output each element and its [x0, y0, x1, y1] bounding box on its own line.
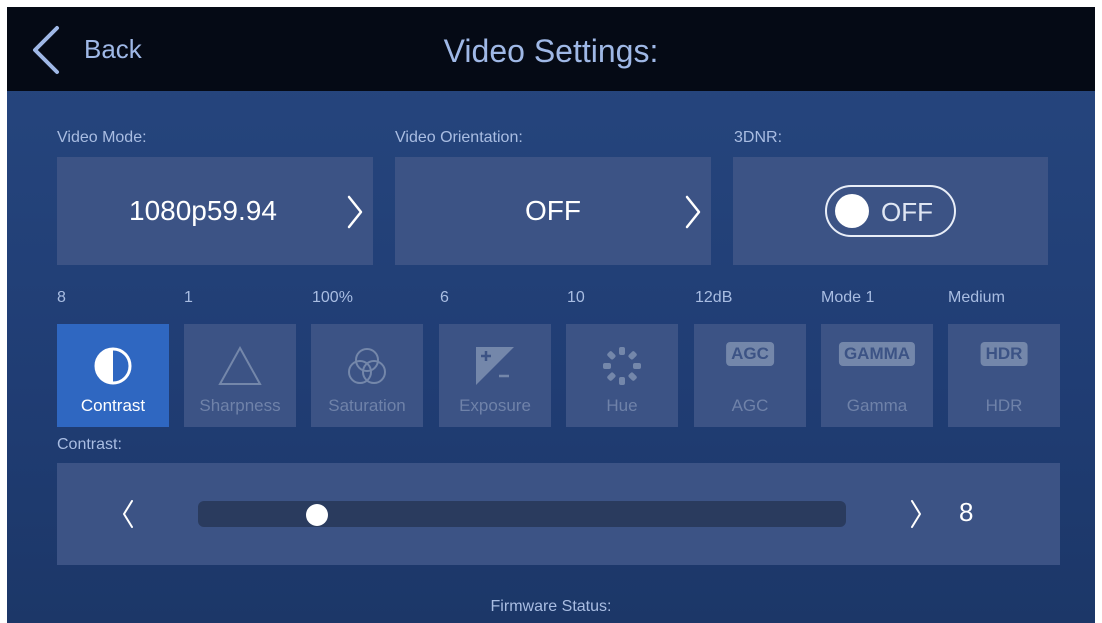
- slider-panel: 8: [57, 463, 1060, 565]
- decrease-chevron-icon[interactable]: [121, 498, 135, 530]
- firmware-status-label: Firmware Status:: [490, 598, 612, 615]
- agc-tile[interactable]: AGC AGC: [694, 324, 806, 427]
- contrast-value: 8: [57, 289, 66, 306]
- chevron-right-icon: [685, 195, 701, 229]
- hdr-tile[interactable]: HDR HDR: [948, 324, 1060, 427]
- contrast-label: Contrast: [80, 396, 146, 415]
- increase-chevron-icon[interactable]: [909, 498, 923, 530]
- contrast-tile[interactable]: Contrast: [57, 324, 169, 427]
- video-mode-value: 1080p59.94: [129, 195, 277, 226]
- page-title: Video Settings:: [443, 33, 659, 69]
- agc-label: AGC: [731, 396, 769, 415]
- hue-value: 10: [567, 289, 585, 306]
- 3dnr-toggle-state: OFF: [881, 197, 933, 227]
- gamma-tile[interactable]: GAMMA Gamma: [821, 324, 933, 427]
- hue-dots-icon: [603, 347, 641, 385]
- agc-value: 12dB: [695, 289, 733, 306]
- saturation-tile[interactable]: Saturation: [311, 324, 423, 427]
- chevron-right-icon: [347, 195, 363, 229]
- contrast-slider-thumb[interactable]: [305, 504, 328, 526]
- hdr-value: Medium: [948, 289, 1005, 306]
- sharpness-triangle-icon: [218, 345, 262, 385]
- gamma-label: Gamma: [846, 396, 908, 415]
- slider-label: Contrast:: [57, 436, 122, 453]
- slider-value: 8: [959, 497, 974, 527]
- 3dnr-label: 3DNR:: [734, 129, 783, 146]
- contrast-icon: [94, 347, 132, 385]
- gamma-badge-icon: GAMMA: [821, 324, 933, 390]
- video-orientation-selector[interactable]: OFF: [395, 157, 711, 265]
- toggle-knob: [835, 194, 869, 228]
- video-mode-selector[interactable]: 1080p59.94: [57, 157, 373, 265]
- video-mode-label: Video Mode:: [57, 129, 147, 146]
- 3dnr-toggle[interactable]: OFF: [825, 185, 956, 237]
- video-orientation-value: OFF: [525, 195, 581, 226]
- exposure-value: 6: [440, 289, 449, 306]
- sharpness-value: 1: [184, 289, 193, 306]
- contrast-slider-track[interactable]: [198, 501, 846, 527]
- hdr-label: HDR: [985, 396, 1023, 415]
- exposure-icon: [476, 347, 514, 385]
- 3dnr-card: OFF: [733, 157, 1048, 265]
- video-orientation-label: Video Orientation:: [395, 129, 523, 146]
- hdr-badge-icon: HDR: [948, 324, 1060, 390]
- hue-tile[interactable]: Hue: [566, 324, 678, 427]
- sharpness-label: Sharpness: [199, 396, 281, 415]
- agc-badge-icon: AGC: [694, 324, 806, 390]
- gamma-value: Mode 1: [821, 289, 875, 306]
- exposure-tile[interactable]: Exposure: [439, 324, 551, 427]
- saturation-label: Saturation: [328, 396, 406, 415]
- saturation-value: 100%: [312, 289, 353, 306]
- exposure-label: Exposure: [459, 396, 531, 415]
- video-settings-screen: Back Video Settings: Video Mode: 1080p59…: [7, 7, 1095, 623]
- saturation-circles-icon: [348, 348, 386, 384]
- sharpness-tile[interactable]: Sharpness: [184, 324, 296, 427]
- top-bar: Back Video Settings:: [7, 7, 1095, 91]
- hue-label: Hue: [606, 396, 638, 415]
